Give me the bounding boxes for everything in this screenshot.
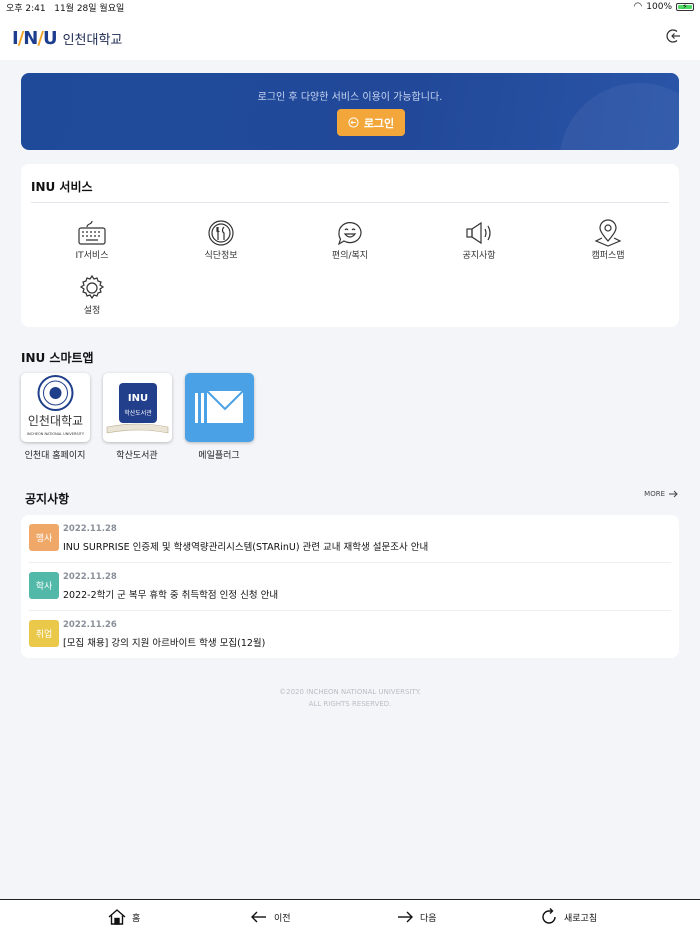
services-card: INU 서비스 IT서비스 식단정보 편의/복지 공지사항 캠퍼스맵 설정 [21,164,679,327]
tile-subtext: INCHEON NATIONAL UNIVERSITY [27,432,85,436]
app-label: 메일플러그 [198,451,240,461]
app-library[interactable]: INU 학산도서관 학산도서관 [102,373,172,461]
library-tile: INU 학산도서관 [102,373,172,442]
arrow-left-icon [251,911,266,923]
refresh-icon [542,908,556,924]
mailplug-tile [184,373,254,442]
app-label: 학산도서관 [116,451,158,461]
nav-next-label: 다음 [420,913,437,924]
library-book-icon: INU 학산도서관 [106,383,168,434]
tile-text: 인천대학교 [27,413,82,428]
nav-prev-button[interactable]: 이전 [250,908,291,926]
nav-refresh-button[interactable]: 새로고침 [540,908,597,926]
battery-icon: ⚡ [676,2,694,11]
copyright-line2: ALL RIGHTS RESERVED. [308,700,392,708]
homepage-tile: 인천대학교 INCHEON NATIONAL UNIVERSITY [20,373,90,442]
login-label: 로그인 [363,116,395,130]
login-banner: 로그인 후 다양한 서비스 이용이 가능합니다. 로그인 [21,73,679,150]
services-title: INU 서비스 [31,180,93,194]
notice-date: 2022.11.28 [63,524,117,534]
utensils-icon [208,220,234,246]
tile-text: 학산도서관 [124,409,152,417]
notices-title: 공지사항 [25,492,70,506]
smartapps-title: INU 스마트앱 [21,351,94,365]
arrow-right-icon [398,911,413,923]
app-header: I/N/U 인천대학교 [0,14,700,60]
more-link[interactable]: MORE [644,490,678,498]
service-label: 편의/복지 [331,251,369,261]
notice-item[interactable]: 행사 2022.11.28 INU SURPRISE 인증제 및 학생역량관리시… [29,515,671,563]
services-divider [31,202,669,203]
status-right: ◠ 100% ⚡ [634,1,694,12]
logout-icon[interactable] [666,28,682,44]
home-icon [108,909,126,925]
banner-message: 로그인 후 다양한 서비스 이용이 가능합니다. [257,92,443,103]
service-label: 공지사항 [462,251,496,261]
battery-percent: 100% [646,1,672,12]
service-welfare[interactable]: 편의/복지 [305,219,395,261]
service-label: 설정 [83,306,101,316]
gear-icon [79,274,105,300]
status-time: 오후 2:41 [6,4,46,14]
service-menu[interactable]: 식단정보 [176,219,266,261]
status-date: 11월 28일 월요일 [54,4,125,14]
arrow-right-icon [669,490,678,498]
nav-home-label: 홈 [132,913,141,924]
logo-mark: I/N/U [12,28,58,49]
service-label: 식단정보 [204,251,238,261]
copyright-footer: ©2020 INCHEON NATIONAL UNIVERSITY. ALL R… [0,686,700,710]
keyboard-icon [78,220,106,245]
service-label: IT서비스 [75,251,109,261]
notice-tag: 취업 [29,620,59,647]
mail-envelope-icon [194,390,244,423]
nav-next-button[interactable]: 다음 [396,908,437,926]
app-homepage[interactable]: 인천대학교 INCHEON NATIONAL UNIVERSITY 인천대 홈페… [20,373,90,461]
notice-title: [모집 채용] 강의 지원 아르바이트 학생 모집(12월) [63,638,266,649]
notices-card: 행사 2022.11.28 INU SURPRISE 인증제 및 학생역량관리시… [21,515,679,658]
notice-item[interactable]: 취업 2022.11.26 [모집 채용] 강의 지원 아르바이트 학생 모집(… [29,611,671,659]
megaphone-icon [466,221,491,245]
status-left: 오후 2:41 11월 28일 월요일 [6,1,124,14]
nav-refresh-label: 새로고침 [564,913,598,924]
login-button[interactable]: 로그인 [337,109,405,136]
notice-tag: 행사 [29,524,59,551]
copyright-line1: ©2020 INCHEON NATIONAL UNIVERSITY. [279,688,421,696]
status-bar: 오후 2:41 11월 28일 월요일 ◠ 100% ⚡ [0,0,700,14]
map-pin-icon [594,219,622,247]
login-icon [348,117,359,128]
inu-logo[interactable]: I/N/U 인천대학교 [12,28,122,49]
smile-chat-icon [337,222,362,246]
svg-text:INU: INU [127,393,147,404]
logo-name: 인천대학교 [62,33,123,48]
notice-title: INU SURPRISE 인증제 및 학생역량관리시스템(STARinU) 관련… [63,542,429,553]
service-it[interactable]: IT서비스 [47,219,137,261]
notice-title: 2022-2학기 군 복무 휴학 중 취득학점 인정 신청 안내 [63,590,279,601]
university-seal-icon: 인천대학교 INCHEON NATIONAL UNIVERSITY [27,375,85,436]
wifi-icon: ◠ [633,1,643,12]
app-label: 인천대 홈페이지 [24,451,86,461]
service-campus-map[interactable]: 캠퍼스맵 [563,219,653,261]
notice-tag: 학사 [29,572,59,599]
notice-item[interactable]: 학사 2022.11.28 2022-2학기 군 복무 휴학 중 취득학점 인정… [29,563,671,611]
service-notice[interactable]: 공지사항 [434,219,524,261]
more-label: MORE [644,490,665,498]
service-label: 캠퍼스맵 [591,251,625,261]
nav-home-button[interactable]: 홈 [108,908,140,926]
bottom-nav: 홈 이전 다음 새로고침 [0,899,700,934]
notice-date: 2022.11.26 [63,620,117,630]
nav-prev-label: 이전 [274,913,291,924]
app-mailplug[interactable]: 메일플러그 [184,373,254,461]
notice-date: 2022.11.28 [63,572,117,582]
service-settings[interactable]: 설정 [47,274,137,316]
